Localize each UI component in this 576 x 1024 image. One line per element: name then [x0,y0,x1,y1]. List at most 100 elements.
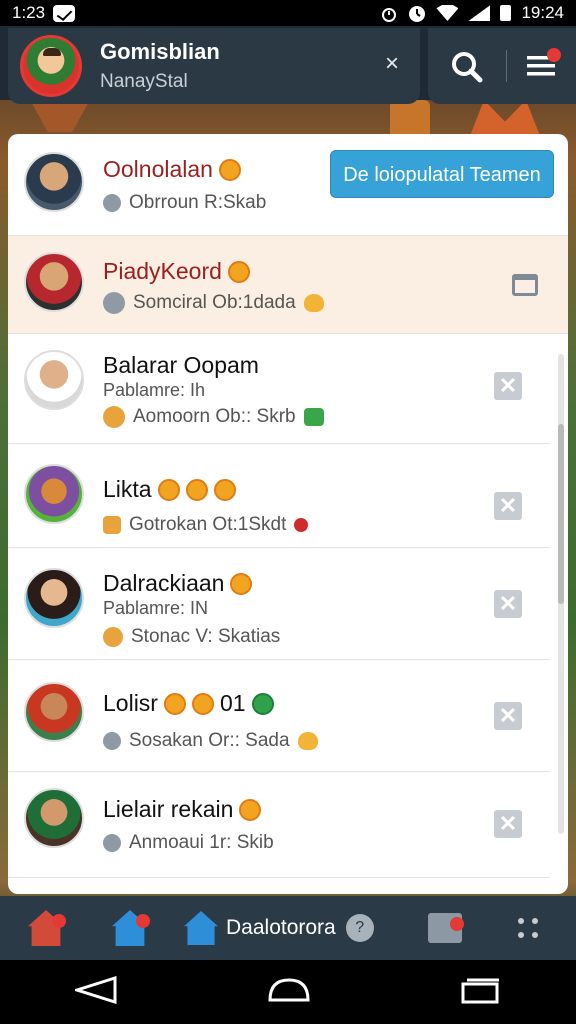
profile-subtitle: NanayStal [100,71,188,92]
paw-icon [303,294,324,312]
home-button[interactable] [28,910,66,946]
notification-badge [449,917,464,931]
berry-icon [294,518,309,532]
coin-icon [230,572,253,595]
window-icon[interactable] [512,274,538,296]
status-time-right: 19:24 [521,3,564,22]
help-icon[interactable]: ? [345,914,374,942]
search-button[interactable] [436,36,496,96]
coin-icon [185,478,208,501]
community-button[interactable]: Daalotorora ? [184,911,374,945]
profile-avatar[interactable] [20,35,82,97]
wifi-icon [436,5,459,21]
avatar [24,152,84,212]
player-name: Oolnolalan [103,156,213,182]
avatar [24,568,84,628]
community-label: Daalotorora [226,916,336,939]
feather-icon [103,732,121,750]
notification-badge [547,48,561,62]
player-name: Balarar Oopam [103,352,259,378]
coin-icon [227,260,250,283]
search-icon [452,52,483,83]
avatar [24,464,84,524]
back-button[interactable] [71,975,117,1009]
avatar [24,350,84,410]
avatar [24,682,84,742]
player-name: PiadyKeord [103,258,222,284]
header-actions [428,28,576,104]
scrollbar[interactable] [558,354,564,834]
status-bar: 1:23 19:24 [0,0,576,26]
menu-button[interactable] [517,36,565,96]
house-icon [184,911,218,945]
player-name: Dalrackiaan [103,570,225,596]
player-status: Somciral Ob:1dada [133,292,296,313]
scrollbar-thumb[interactable] [558,424,564,604]
player-name: Likta [103,476,152,502]
message-notification-icon [53,4,76,22]
game-bottom-bar: Daalotorora ? [0,896,576,960]
avatar [24,252,84,312]
list-item[interactable]: Likta Gotrokan Ot:1Skdt ✕ [8,444,550,548]
player-subline: Pablamre: Ih [103,380,206,400]
clock-icon [103,292,125,314]
plus-icon [251,692,274,715]
player-badge-text: 01 [219,690,246,716]
notification-badge [52,914,66,928]
player-status: Gotrokan Ot:1Skdt [129,514,287,535]
recents-icon [461,978,500,1003]
team-action-button[interactable]: De loiopulatal Teamen [330,150,554,198]
leaf-icon [303,408,324,426]
close-icon[interactable]: × [380,52,404,76]
dots-grid-icon [517,918,538,938]
player-status: Stonac V: Skatias [131,626,281,647]
list-item[interactable]: Balarar Oopam Pablamre: Ih Aomoorn Ob:: … [8,334,550,444]
friends-list-panel: Oolnolalan Obrroun R:Skab De loiopulatal… [8,134,568,894]
coin-icon [157,478,180,501]
coin-icon [239,798,262,821]
sun-icon [103,627,123,647]
link-icon [103,834,121,852]
player-name: Lielair rekain [103,796,234,822]
battery-icon [500,5,512,21]
remove-button[interactable]: ✕ [494,372,522,400]
list-item[interactable]: Lielair rekain Anmoaui 1r: Skib ✕ [8,772,550,878]
notification-badge [136,914,150,928]
remove-button[interactable]: ✕ [494,590,522,618]
player-status: Aomoorn Ob:: Skrb [133,406,296,427]
coin-icon [218,158,241,181]
remove-button[interactable]: ✕ [494,492,522,520]
status-time-left: 1:23 [12,3,46,22]
avatar [24,788,84,848]
coin-icon [191,692,214,715]
profile-title: Gomisblian [100,39,220,64]
home-nav-button[interactable] [266,976,312,1009]
back-icon [71,975,117,1004]
pencil-icon [103,194,121,212]
more-button[interactable] [517,918,538,938]
player-status: Obrroun R:Skab [129,192,267,213]
player-name: Lolisr [103,690,158,716]
list-item[interactable]: Dalrackiaan Pablamre: IN Stonac V: Skati… [8,548,550,660]
remove-button[interactable]: ✕ [494,702,522,730]
home-nav-icon [268,977,310,1001]
coin-icon [213,478,236,501]
profile-panel[interactable]: Gomisblian NanayStal × [8,28,420,104]
app-header: Gomisblian NanayStal × [0,28,576,106]
coin-icon [163,692,186,715]
clock-icon [408,5,426,22]
paw-icon [297,732,318,750]
recents-button[interactable] [461,976,501,1009]
messages-button[interactable] [427,913,464,943]
town-button[interactable] [112,910,150,946]
pencil-icon [103,516,121,534]
list-item[interactable]: Lolisr 01 Sosakan Or:: Sada ✕ [8,660,550,772]
divider [506,50,507,82]
player-status: Anmoaui 1r: Skib [129,832,274,853]
system-navigation-bar [0,960,576,1024]
player-status: Sosakan Or:: Sada [129,730,290,751]
list-item[interactable]: PiadyKeord Somciral Ob:1dada [8,236,568,334]
alarm-icon [380,5,398,22]
list-item[interactable]: Oolnolalan Obrroun R:Skab De loiopulatal… [8,134,568,236]
remove-button[interactable]: ✕ [494,810,522,838]
